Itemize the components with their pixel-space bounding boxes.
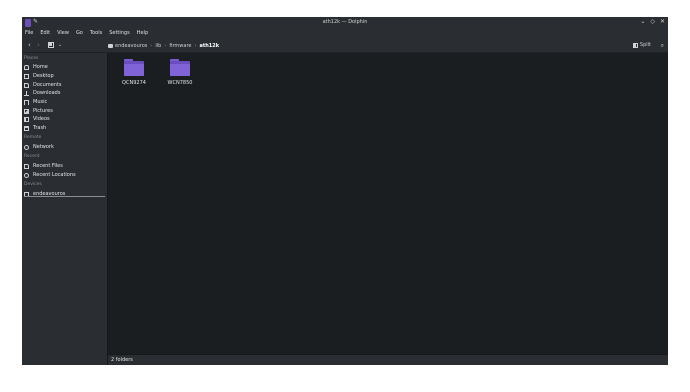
forward-button[interactable]: › bbox=[37, 38, 40, 53]
sidebar-item-label: Network bbox=[33, 144, 54, 150]
sidebar-item-recent-locations[interactable]: Recent Locations bbox=[24, 171, 76, 179]
dolphin-window: ✎ ath12k — Dolphin ⌄ ◇ ✕ File Edit View … bbox=[22, 17, 668, 365]
split-label: Split bbox=[639, 42, 651, 48]
home-icon bbox=[24, 64, 29, 70]
sidebar-item-music[interactable]: Music bbox=[24, 98, 47, 106]
menu-edit[interactable]: Edit bbox=[40, 30, 50, 36]
folder-icon bbox=[124, 59, 144, 76]
pictures-icon bbox=[24, 108, 29, 114]
window-title: ath12k — Dolphin bbox=[322, 19, 368, 25]
sidebar-item-label: Trash bbox=[33, 125, 47, 131]
music-icon bbox=[24, 99, 29, 105]
sidebar-item-label: Recent Locations bbox=[33, 172, 76, 178]
menu-go[interactable]: Go bbox=[76, 30, 83, 36]
sidebar-item-label: Pictures bbox=[33, 108, 53, 114]
downloads-icon bbox=[24, 90, 29, 96]
breadcrumb-lib[interactable]: lib bbox=[155, 43, 161, 49]
sidebar-item-recent-files[interactable]: Recent Files bbox=[24, 162, 63, 170]
sidebar-item-home[interactable]: Home bbox=[24, 63, 48, 71]
breadcrumb-separator: › bbox=[194, 43, 197, 49]
documents-icon bbox=[24, 82, 29, 88]
recent-files-icon bbox=[24, 163, 29, 169]
breadcrumb-firmware[interactable]: firmware bbox=[169, 43, 191, 49]
menu-file[interactable]: File bbox=[25, 30, 33, 36]
drive-icon bbox=[108, 44, 113, 48]
videos-icon bbox=[24, 116, 29, 122]
sidebar-item-label: Desktop bbox=[33, 73, 54, 79]
folder-item[interactable]: QCN9274 bbox=[114, 58, 154, 88]
view-mode-icon[interactable] bbox=[48, 42, 54, 48]
sidebar-item-label: Music bbox=[33, 99, 48, 105]
view-mode-dropdown[interactable]: ⌄ bbox=[58, 38, 62, 53]
sidebar-item-label: Videos bbox=[33, 116, 50, 122]
sidebar-item-videos[interactable]: Videos bbox=[24, 115, 50, 123]
status-text: 2 folders bbox=[111, 357, 133, 363]
section-remote: Remote bbox=[24, 135, 42, 140]
section-recent: Recent bbox=[24, 154, 40, 159]
section-devices: Devices bbox=[24, 182, 42, 187]
trash-icon bbox=[24, 125, 29, 131]
menu-tools[interactable]: Tools bbox=[90, 30, 102, 36]
breadcrumb-separator: › bbox=[150, 43, 153, 49]
device-usage-bar bbox=[24, 196, 105, 197]
sidebar-item-desktop[interactable]: Desktop bbox=[24, 72, 54, 80]
sidebar-item-documents[interactable]: Documents bbox=[24, 81, 62, 89]
back-button[interactable]: ‹ bbox=[28, 38, 31, 53]
menu-help[interactable]: Help bbox=[137, 30, 148, 36]
folder-name: QCN9274 bbox=[122, 80, 146, 86]
minimize-icon[interactable]: ⌄ bbox=[640, 18, 645, 26]
folder-item[interactable]: WCN7850 bbox=[160, 58, 200, 88]
breadcrumb-current[interactable]: ath12k bbox=[199, 43, 219, 49]
menu-bar: File Edit View Go Tools Settings Help bbox=[22, 27, 668, 38]
sidebar-item-downloads[interactable]: Downloads bbox=[24, 89, 60, 97]
maximize-icon[interactable]: ◇ bbox=[650, 18, 655, 26]
section-places: Places bbox=[24, 56, 39, 61]
menu-view[interactable]: View bbox=[57, 30, 69, 36]
file-view[interactable]: QCN9274 WCN7850 bbox=[108, 53, 668, 354]
sidebar-item-pictures[interactable]: Pictures bbox=[24, 107, 53, 115]
toolbar: ‹ › ⌄ endeavouros › lib › firmware › ath… bbox=[22, 38, 668, 53]
network-icon bbox=[24, 144, 29, 150]
sidebar-item-label: Home bbox=[33, 64, 48, 70]
status-bar: 2 folders bbox=[108, 354, 668, 365]
recent-locations-icon bbox=[24, 172, 29, 178]
sidebar-item-network[interactable]: Network bbox=[24, 143, 54, 151]
split-icon bbox=[632, 43, 638, 48]
sidebar-item-label: Documents bbox=[33, 82, 62, 88]
desktop-icon bbox=[24, 73, 29, 79]
title-bar: ✎ ath12k — Dolphin ⌄ ◇ ✕ bbox=[22, 17, 668, 27]
menu-settings[interactable]: Settings bbox=[109, 30, 130, 36]
search-icon[interactable]: ⌕ bbox=[661, 38, 664, 53]
places-panel: Places Home Desktop Documents Downloads … bbox=[22, 53, 108, 365]
sidebar-item-label: Downloads bbox=[33, 90, 61, 96]
folder-name: WCN7850 bbox=[167, 80, 193, 86]
folder-icon bbox=[170, 59, 190, 76]
sidebar-item-trash[interactable]: Trash bbox=[24, 124, 46, 132]
breadcrumb: endeavouros › lib › firmware › ath12k bbox=[108, 41, 628, 51]
close-icon[interactable]: ✕ bbox=[660, 18, 665, 26]
sidebar-item-label: Recent Files bbox=[33, 163, 63, 169]
breadcrumb-endeavouros[interactable]: endeavouros bbox=[115, 43, 147, 49]
split-button[interactable]: Split bbox=[632, 38, 651, 53]
breadcrumb-separator: › bbox=[164, 43, 167, 49]
window-controls: ⌄ ◇ ✕ bbox=[640, 18, 665, 26]
